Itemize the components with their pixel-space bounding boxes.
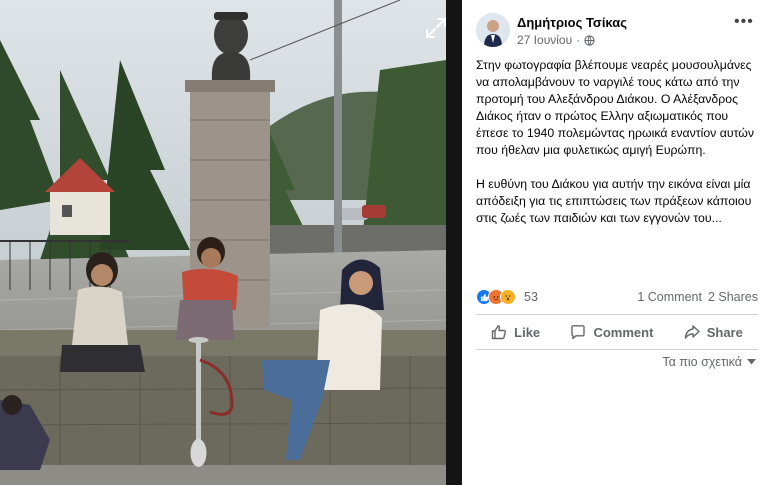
post-date[interactable]: 27 Ιουνίου bbox=[517, 33, 572, 47]
avatar-image bbox=[476, 13, 510, 47]
share-button[interactable]: Share bbox=[684, 324, 743, 340]
author-name[interactable]: Δημήτριος Τσίκας bbox=[517, 15, 627, 30]
meta-separator: · bbox=[576, 33, 581, 47]
wow-reaction-icon bbox=[500, 289, 516, 305]
share-label: Share bbox=[706, 324, 743, 340]
caret-down-icon bbox=[747, 359, 756, 365]
comment-label: Comment bbox=[593, 324, 654, 340]
post-paragraph: Η ευθύνη του Διάκου για αυτήν την εικόνα… bbox=[476, 177, 752, 225]
like-label: Like bbox=[514, 324, 541, 340]
photo-scene bbox=[0, 0, 462, 485]
engagement-counts: 1 Comment 2 Shares bbox=[637, 290, 758, 304]
viewer-divider bbox=[446, 0, 462, 485]
avatar[interactable] bbox=[476, 13, 510, 47]
action-bar: Like Comment Share bbox=[476, 315, 758, 349]
sort-label: Τα πιο σχετικά bbox=[662, 355, 742, 369]
more-dots-icon[interactable]: ••• bbox=[734, 14, 754, 32]
reaction-count: 53 bbox=[524, 290, 538, 304]
post-photo[interactable] bbox=[0, 0, 462, 485]
post-panel: Δημήτριος Τσίκας 27 Ιουνίου · ••• Στην φ… bbox=[462, 0, 768, 485]
expand-icon[interactable] bbox=[424, 16, 448, 40]
post-text: Στην φωτογραφία βλέπουμε νεαρές μουσουλμ… bbox=[476, 57, 758, 244]
thumbs-up-icon bbox=[491, 325, 507, 340]
comment-button[interactable]: Comment bbox=[570, 324, 653, 340]
share-icon bbox=[684, 325, 700, 339]
like-button[interactable]: Like bbox=[491, 324, 540, 340]
comment-count[interactable]: 1 Comment bbox=[637, 290, 702, 304]
reactions-summary[interactable]: 53 bbox=[476, 289, 538, 305]
globe-icon[interactable] bbox=[584, 34, 595, 46]
post-meta: 27 Ιουνίου · bbox=[517, 33, 595, 47]
divider bbox=[476, 349, 758, 350]
share-count[interactable]: 2 Shares bbox=[708, 290, 758, 304]
comment-sort-dropdown[interactable]: Τα πιο σχετικά bbox=[662, 355, 756, 369]
comment-icon bbox=[571, 325, 586, 340]
post-paragraph: Στην φωτογραφία βλέπουμε νεαρές μουσουλμ… bbox=[476, 58, 755, 157]
